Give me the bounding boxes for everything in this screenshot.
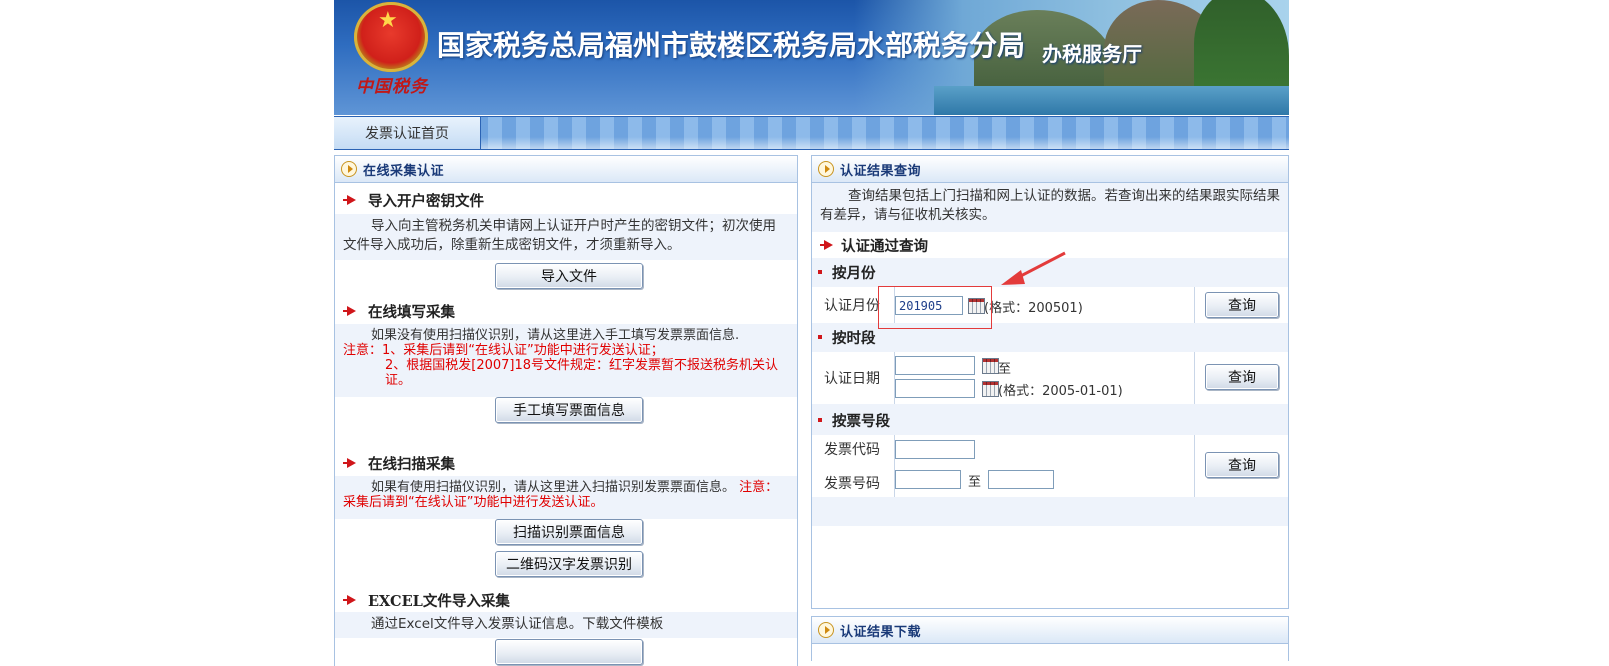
manual-fill-button[interactable]: 手工填写票面信息 [495,397,643,423]
section-heading-manual: 在线填写采集 [335,297,797,325]
description-text[interactable]: 通过Excel文件导入发票认证信息。下载文件模板 [371,616,663,632]
calendar-icon[interactable] [982,358,999,374]
button-cell: 查询 [1194,352,1288,404]
description-text: 如果有使用扫描仪识别，请从这里进入扫描识别发票票面信息。 [371,480,736,495]
warning-text: 2、根据国税发[2007]18号文件规定：红字发票暂不报送税务机关认证。 [385,358,779,388]
excel-import-button[interactable] [495,639,643,665]
section-heading-text: EXCEL文件导入采集 [368,592,510,610]
excel-description: 通过Excel文件导入发票认证信息。下载文件模板 [335,612,797,638]
to-label: 至 [998,362,1012,377]
qrcode-recognize-button[interactable]: 二维码汉字发票识别 [495,551,643,577]
intro-text: 查询结果包括上门扫描和网上认证的数据。若查询出来的结果跟实际结果有差异，请与征收… [820,188,1280,223]
office-title: 国家税务总局福州市鼓楼区税务局水部税务分局 [437,29,1026,62]
manual-description: 如果没有使用扫描仪识别，请从这里进入手工填写发票票面信息. 注意：1、采集后请到… [335,324,797,397]
nav-bar: 发票认证首页 [334,116,1289,150]
end-date-input[interactable] [895,379,975,398]
panel-title: 认证结果下载 [840,624,922,640]
sub-heading-text: 按月份 [832,265,876,282]
annotation-highlight-box [878,286,992,329]
tab-invoice-home[interactable]: 发票认证首页 [334,117,481,149]
panel-header: 认证结果查询 [812,156,1288,183]
section-heading-text: 在线扫描采集 [368,456,455,473]
bullet-icon [818,335,822,339]
invoice-code-input[interactable] [895,440,975,459]
invoice-label-cell: 发票代码 发票号码 [812,435,895,497]
section-heading-text: 认证通过查询 [841,238,928,255]
panel-blank-area [812,526,1288,608]
circle-arrow-icon [818,161,834,177]
invoice-number-label: 发票号码 [824,476,880,492]
red-arrow-icon [343,595,356,605]
result-download-panel: 认证结果下载 [811,616,1289,661]
button-cell: 查询 [1194,435,1288,497]
panel-title: 在线采集认证 [363,163,445,179]
section-heading-import-key: 导入开户密钥文件 [335,186,797,214]
section-heading-text: 在线填写采集 [368,304,455,321]
description-text: 导入向主管税务机关申请网上认证开户时产生的密钥文件；初次使用文件导入成功后，除重… [343,218,776,253]
section-heading-excel: EXCEL文件导入采集 [335,586,797,614]
panel-title: 认证结果查询 [840,163,922,179]
import-key-description: 导入向主管税务机关申请网上认证开户时产生的密钥文件；初次使用文件导入成功后，除重… [335,214,797,260]
scan-description: 如果有使用扫描仪识别，请从这里进入扫描识别发票票面信息。 注意：采集后请到“在线… [335,476,797,519]
site-header: ★ 中国税务 国家税务总局福州市鼓楼区税务局水部税务分局 办税服务厅 [334,0,1289,115]
by-period-row: 认证日期 至 (格式：2005-01-01) 查询 [812,352,1288,404]
warning-text: 注意：1、采集后请到“在线认证”功能中进行发送认证； [343,343,664,358]
by-number-heading: 按票号段 [812,406,1288,434]
invoice-number-start-input[interactable] [895,470,961,489]
query-month-button[interactable]: 查询 [1205,292,1279,318]
circle-arrow-icon [818,622,834,638]
river-shape [934,86,1289,115]
import-file-button[interactable]: 导入文件 [495,263,643,289]
panel-header: 在线采集认证 [335,156,797,183]
red-arrow-icon [343,458,356,468]
sub-heading-text: 按票号段 [832,413,890,430]
online-collection-panel: 在线采集认证 导入开户密钥文件 导入向主管税务机关申请网上认证开户时产生的密钥文… [334,155,798,666]
calendar-icon[interactable] [982,381,999,397]
query-period-button[interactable]: 查询 [1205,364,1279,390]
start-date-input[interactable] [895,356,975,375]
query-intro: 查询结果包括上门扫描和网上认证的数据。若查询出来的结果跟实际结果有差异，请与征收… [812,185,1288,233]
result-query-panel: 认证结果查询 查询结果包括上门扫描和网上认证的数据。若查询出来的结果跟实际结果有… [811,155,1289,609]
description-text: 如果没有使用扫描仪识别，请从这里进入手工填写发票票面信息. [371,328,740,343]
panel-header: 认证结果下载 [812,617,1288,644]
sub-heading-text: 按时段 [832,330,876,347]
description-line: 如果没有使用扫描仪识别，请从这里进入手工填写发票票面信息. [343,328,789,343]
scan-recognize-button[interactable]: 扫描识别票面信息 [495,519,643,545]
circle-arrow-icon [341,161,357,177]
star-icon: ★ [378,8,398,33]
red-arrow-icon [343,195,356,205]
emblem-caption: 中国税务 [356,77,428,97]
invoice-code-label: 发票代码 [824,442,880,458]
red-arrow-icon [343,306,356,316]
by-number-row: 发票代码 发票号码 至 查询 [812,435,1288,497]
query-number-button[interactable]: 查询 [1205,452,1279,478]
button-cell: 查询 [1194,287,1288,323]
section-heading-scan: 在线扫描采集 [335,449,797,477]
date-format-hint: (格式：2005-01-01) [998,384,1123,399]
bullet-icon [818,270,822,274]
to-label: 至 [968,475,982,490]
national-emblem-icon: ★ [354,2,428,72]
month-format-hint: (格式：200501) [984,301,1083,316]
section-heading-text: 导入开户密钥文件 [368,193,484,210]
invoice-number-end-input[interactable] [988,470,1054,489]
annotation-arrow-icon [1001,251,1066,285]
page: ★ 中国税务 国家税务总局福州市鼓楼区税务局水部税务分局 办税服务厅 发票认证首… [334,0,1289,666]
hall-title: 办税服务厅 [1042,42,1142,66]
date-label: 认证日期 [812,352,895,404]
red-arrow-icon [820,240,833,250]
bullet-icon [818,418,822,422]
